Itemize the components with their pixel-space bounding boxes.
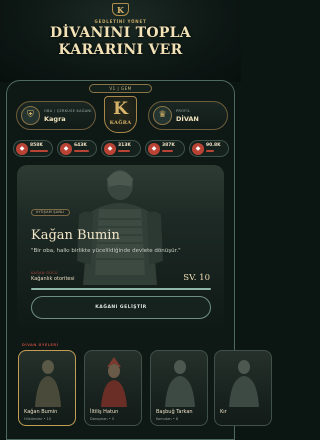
resource-level — [206, 150, 214, 152]
crest-icon: K — [112, 3, 129, 16]
hero-quote: "Bir oba, halkı birlikte yücelildiğinde … — [31, 248, 181, 254]
hero-tag: İHTİŞAM ŞANLI — [31, 209, 70, 216]
upgrade-button[interactable]: KAĞANI GELİŞTİR — [31, 296, 211, 319]
roster-card[interactable]: Kır — [214, 350, 272, 426]
hero-name: Kağan Bumin — [31, 228, 120, 243]
title-line-1: DİVANINI TOPLA — [50, 25, 191, 41]
member-portrait — [229, 360, 259, 407]
progress-bar — [31, 288, 211, 290]
crown-icon: ♛ — [153, 106, 172, 125]
resource-item[interactable]: ◆ 313K — [101, 140, 141, 157]
resource-icon: ◆ — [148, 143, 160, 155]
resource-level — [74, 150, 89, 152]
player-name-pill[interactable]: ⛨ OBA / ÇERKUSE KAĞANI Kagra — [16, 101, 96, 130]
resource-level — [118, 150, 130, 152]
stat-label: KAĞAN GÜCÜ — [31, 271, 58, 275]
shield-icon: ⛨ — [21, 106, 40, 125]
warrior-portrait — [77, 170, 163, 285]
profile-label: PROFİL — [176, 109, 191, 113]
resource-icon: ◆ — [16, 143, 28, 155]
tagline: GEDLETİNİ YÖNET — [94, 19, 147, 24]
member-portrait — [165, 360, 195, 407]
version-badge: V1 | GEM — [89, 84, 152, 93]
level-badge: SV. 10 — [183, 273, 210, 283]
emblem-logo: K KAĞRA — [104, 96, 137, 133]
roster-card[interactable]: Kağan Bumin Hükümdar • 10 — [18, 350, 76, 426]
roster-card[interactable]: Başbuğ Tarkan Komutan • 8 — [150, 350, 208, 426]
roster-card[interactable]: İltiliş Hatun Danışman • 5 — [84, 350, 142, 426]
member-portrait — [35, 360, 61, 407]
resource-item[interactable]: ◆ 858K — [13, 140, 53, 157]
resource-icon: ◆ — [60, 143, 72, 155]
roster-title: DİVAN ÜYELERİ — [22, 343, 59, 347]
profile-pill[interactable]: ♛ PROFİL DİVAN — [148, 101, 228, 130]
stat-value: Kağanlık otoritesi — [31, 276, 75, 282]
profile-value: DİVAN — [176, 115, 199, 123]
hero-card: İHTİŞAM ŞANLI Kağan Bumin "Bir oba, halk… — [17, 165, 224, 333]
progress-fill — [31, 288, 211, 290]
resource-icon: ◆ — [192, 143, 204, 155]
resource-item[interactable]: ◆ 90.8K — [189, 140, 229, 157]
resource-icon: ◆ — [104, 143, 116, 155]
resource-level — [30, 150, 48, 152]
resource-level — [162, 150, 173, 152]
member-portrait — [101, 357, 127, 407]
resource-item[interactable]: ◆ 643K — [57, 140, 97, 157]
player-name: Kagra — [44, 115, 66, 123]
resource-bar: ◆ 858K ◆ 643K ◆ 313K ◆ 387K ◆ 90.8K — [13, 140, 229, 157]
header: K GEDLETİNİ YÖNET DİVANINI TOPLA KARARIN… — [0, 0, 241, 82]
resource-item[interactable]: ◆ 387K — [145, 140, 185, 157]
player-label: OBA / ÇERKUSE KAĞANI — [44, 109, 92, 113]
title-line-2: KARARINI VER — [58, 42, 183, 58]
